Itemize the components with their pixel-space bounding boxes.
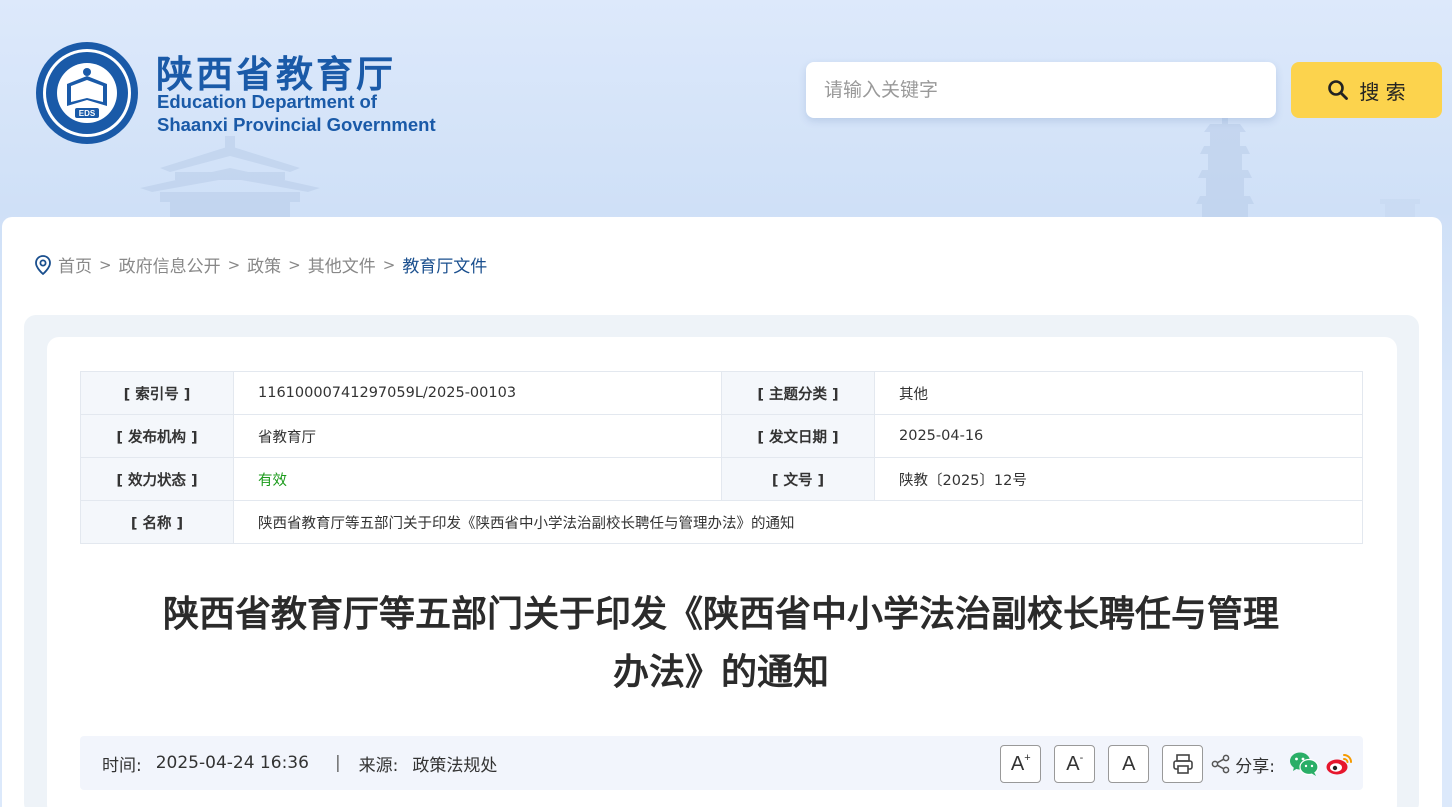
site-title-cn: 陕西省教育厅 bbox=[156, 52, 396, 96]
location-pin-icon bbox=[35, 254, 51, 275]
font-increase-button[interactable]: A + bbox=[1000, 745, 1042, 783]
meta-topic-label: [ 主题分类 ] bbox=[721, 371, 875, 415]
meta-name-value: 陕西省教育厅等五部门关于印发《陕西省中小学法治副校长聘任与管理办法》的通知 bbox=[233, 500, 1363, 544]
table-row: [ 发布机构 ] 省教育厅 [ 发文日期 ] 2025-04-16 bbox=[80, 414, 1363, 458]
document-title-line1: 陕西省教育厅等五部门关于印发《陕西省中小学法治副校长聘任与管理 bbox=[162, 594, 1279, 635]
wechat-icon[interactable] bbox=[1289, 751, 1319, 777]
font-decrease-label: A bbox=[1066, 752, 1080, 775]
print-button[interactable] bbox=[1162, 745, 1204, 783]
meta-date-value: 2025-04-16 bbox=[874, 414, 1363, 458]
breadcrumb-separator: > bbox=[288, 255, 301, 274]
font-default-button[interactable]: A bbox=[1108, 745, 1150, 783]
share-label: 分享: bbox=[1235, 756, 1275, 777]
table-row: [ 名称 ] 陕西省教育厅等五部门关于印发《陕西省中小学法治副校长聘任与管理办法… bbox=[80, 500, 1363, 544]
font-decrease-button[interactable]: A- bbox=[1054, 745, 1096, 783]
article-tools: A + A- A 分享: bbox=[987, 745, 1353, 783]
meta-org-label: [ 发布机构 ] bbox=[80, 414, 234, 458]
font-default-label: A bbox=[1122, 752, 1136, 775]
meta-org-value: 省教育厅 bbox=[233, 414, 722, 458]
breadcrumb-policy[interactable]: 政策 bbox=[247, 252, 281, 277]
svg-text:EDS: EDS bbox=[79, 109, 96, 118]
font-decrease-sup: - bbox=[1079, 752, 1084, 764]
meta-index-value: 11610000741297059L/2025-00103 bbox=[233, 371, 722, 415]
breadcrumb-current[interactable]: 教育厅文件 bbox=[402, 252, 487, 277]
education-department-logo-icon: EDS bbox=[36, 42, 138, 144]
site-title-en-line2: Shaanxi Provincial Government bbox=[157, 114, 436, 135]
meta-docno-label: [ 文号 ] bbox=[721, 457, 875, 501]
time-value: 2025-04-24 16:36 bbox=[155, 753, 309, 773]
document-metadata-table: [ 索引号 ] 11610000741297059L/2025-00103 [ … bbox=[80, 371, 1363, 544]
breadcrumb-gov-info[interactable]: 政府信息公开 bbox=[119, 252, 221, 277]
search-icon bbox=[1328, 80, 1349, 100]
source-value: 政策法规处 bbox=[412, 755, 498, 776]
search-button[interactable]: 搜 索 bbox=[1291, 62, 1442, 118]
table-row: [ 索引号 ] 11610000741297059L/2025-00103 [ … bbox=[80, 371, 1363, 415]
meta-status-label: [ 效力状态 ] bbox=[80, 457, 234, 501]
site-title-en-line1: Education Department of bbox=[157, 91, 377, 112]
time-label: 时间: bbox=[102, 755, 142, 776]
document-title-line2: 办法》的通知 bbox=[612, 652, 829, 693]
font-increase-label: A bbox=[1010, 752, 1025, 775]
meta-index-label: [ 索引号 ] bbox=[80, 371, 234, 415]
breadcrumb-separator: > bbox=[99, 255, 112, 274]
meta-date-label: [ 发文日期 ] bbox=[721, 414, 875, 458]
search-button-label: 搜 索 bbox=[1359, 79, 1406, 104]
search-input[interactable] bbox=[806, 62, 1276, 118]
breadcrumb-home[interactable]: 首页 bbox=[58, 252, 92, 277]
meta-topic-value: 其他 bbox=[874, 371, 1363, 415]
table-row: [ 效力状态 ] 有效 [ 文号 ] 陕教〔2025〕12号 bbox=[80, 457, 1363, 501]
breadcrumb-other-files[interactable]: 其他文件 bbox=[308, 252, 376, 277]
breadcrumb-separator: > bbox=[382, 255, 396, 274]
breadcrumb: 首页 > 政府信息公开 > 政策 > 其他文件 > 教育厅文件 bbox=[34, 252, 487, 277]
document-title: 陕西省教育厅等五部门关于印发《陕西省中小学法治副校长聘任与管理 办法》的通知 bbox=[110, 586, 1332, 702]
source-label: 来源: bbox=[358, 755, 399, 776]
meta-name-label: [ 名称 ] bbox=[80, 500, 234, 544]
share-icon bbox=[1211, 754, 1230, 774]
printer-icon bbox=[1172, 754, 1193, 774]
meta-status-value: 有效 bbox=[233, 457, 722, 501]
info-divider: | bbox=[334, 753, 341, 773]
weibo-icon[interactable] bbox=[1325, 751, 1353, 777]
pagoda-illustration bbox=[140, 136, 320, 223]
font-increase-sup: + bbox=[1024, 752, 1031, 764]
meta-docno-value: 陕教〔2025〕12号 bbox=[874, 457, 1363, 501]
breadcrumb-separator: > bbox=[227, 255, 241, 274]
article-info-bar: 时间: 2025-04-24 16:36 | 来源: 政策法规处 A + A- A bbox=[80, 736, 1363, 790]
tower-illustration bbox=[1196, 110, 1254, 230]
